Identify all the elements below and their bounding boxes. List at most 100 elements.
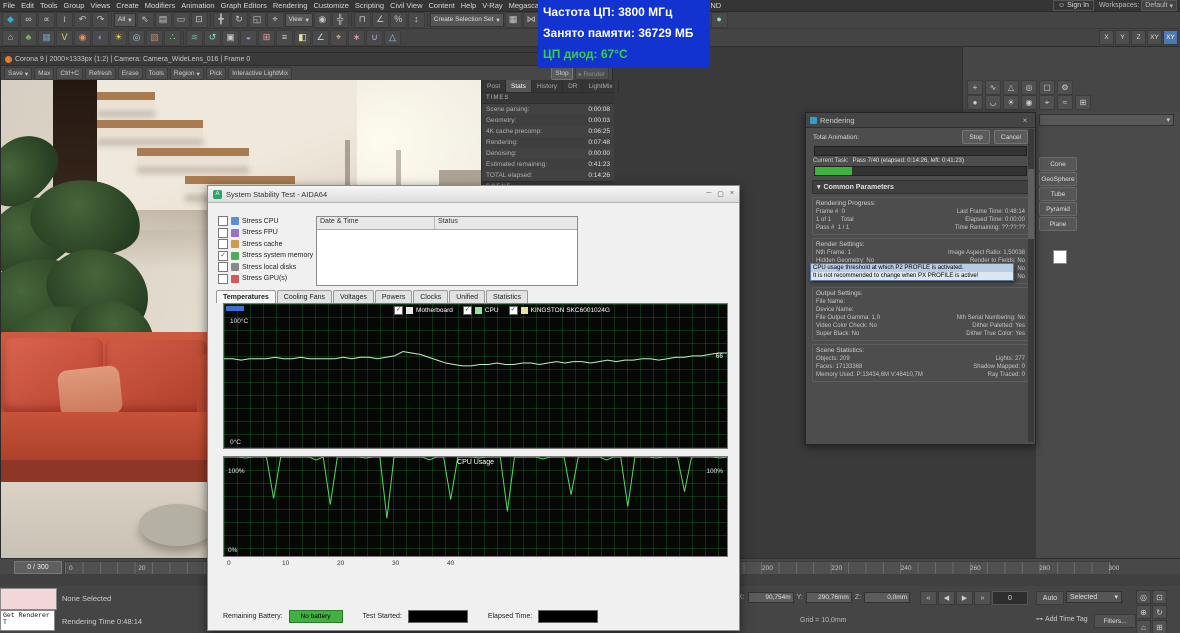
aida-tab-clocks[interactable]: Clocks: [413, 290, 448, 303]
vfb-save-button[interactable]: Save▾: [4, 67, 32, 80]
edit-named-selections-icon[interactable]: ▦: [505, 12, 522, 28]
menu-modifiers[interactable]: Modifiers: [142, 1, 178, 10]
dialog-scrollbar[interactable]: [1028, 129, 1034, 442]
menu-views[interactable]: Views: [87, 1, 113, 10]
vfb-tab-history[interactable]: History: [532, 80, 563, 92]
zoom-region-icon[interactable]: ⊡: [1152, 590, 1167, 604]
vfb-tab-lightmix[interactable]: LightMix: [583, 80, 618, 92]
snap-toggle-icon[interactable]: ⊓: [354, 12, 371, 28]
vray-menu-icon[interactable]: V: [56, 30, 73, 46]
go-to-end-button[interactable]: »: [974, 591, 991, 605]
vfb-tab-post[interactable]: Post: [482, 80, 506, 92]
select-and-move-icon[interactable]: ╋: [213, 12, 230, 28]
checkbox-stress-cpu[interactable]: Stress CPU: [218, 216, 279, 226]
axis-xy-button[interactable]: XY: [1147, 30, 1162, 45]
aida-tab-powers[interactable]: Powers: [375, 290, 412, 303]
batch-tool-icon[interactable]: ≡: [276, 30, 293, 46]
aida-tab-cooling-fans[interactable]: Cooling Fans: [277, 290, 332, 303]
close-icon[interactable]: ×: [1019, 116, 1031, 125]
zoom-icon[interactable]: ◎: [1136, 590, 1151, 604]
corona-menu-icon[interactable]: ◉: [74, 30, 91, 46]
working-pivot-icon[interactable]: ⌂: [2, 30, 19, 46]
uvw-xform-icon[interactable]: ⊞: [258, 30, 275, 46]
reference-coordinate-dropdown[interactable]: View▾: [285, 13, 313, 27]
vfb-tools-button[interactable]: Tools: [145, 67, 168, 80]
axis-y-button[interactable]: Y: [1115, 30, 1130, 45]
scatter-tool-icon[interactable]: ∴: [164, 30, 181, 46]
auto-key-button[interactable]: Auto: [1036, 591, 1064, 605]
menu-help[interactable]: Help: [458, 1, 479, 10]
stop-button[interactable]: Stop: [962, 130, 989, 144]
create-selection-set-dropdown[interactable]: Create Selection Set▾: [430, 13, 504, 27]
weld-tool-icon[interactable]: ∪: [366, 30, 383, 46]
vfb-ctrl-c-button[interactable]: Ctrl+C: [56, 67, 83, 80]
selection-filter-dropdown[interactable]: All▾: [114, 13, 136, 27]
checkbox-stress-fpu[interactable]: Stress FPU: [218, 228, 278, 238]
railclone-icon[interactable]: ▦: [38, 30, 55, 46]
unlink-icon[interactable]: ∝: [38, 12, 55, 28]
light-lister-icon[interactable]: ☀: [110, 30, 127, 46]
menu-file[interactable]: File: [0, 1, 18, 10]
angle-snap-icon[interactable]: ∠: [372, 12, 389, 28]
color-correct-icon[interactable]: ◧: [294, 30, 311, 46]
aida64-title-bar[interactable]: A System Stability Test - AIDA64 ─ ▢ ×: [208, 186, 739, 203]
checkbox-icon[interactable]: [218, 216, 228, 226]
redo-icon[interactable]: ↷: [92, 12, 109, 28]
menu-tools[interactable]: Tools: [37, 1, 61, 10]
go-to-start-button[interactable]: «: [920, 591, 937, 605]
checkbox-stress-local-disks[interactable]: Stress local disks: [218, 262, 296, 272]
cancel-button[interactable]: Cancel: [994, 130, 1028, 144]
menu-group[interactable]: Group: [61, 1, 88, 10]
shapes-category-icon[interactable]: ◡: [985, 95, 1001, 110]
vfb-stop-button[interactable]: Stop: [551, 67, 572, 80]
minimize-icon[interactable]: ─: [706, 190, 711, 198]
close-icon[interactable]: ×: [730, 190, 734, 198]
select-and-place-icon[interactable]: ⌖: [267, 12, 284, 28]
checkbox-icon[interactable]: ✓: [218, 251, 228, 261]
proxy-tool-icon[interactable]: ▧: [146, 30, 163, 46]
checkbox-icon[interactable]: [218, 228, 228, 238]
object-type-plane[interactable]: Plane: [1039, 217, 1077, 231]
vfb-erase-button[interactable]: Erase: [118, 67, 143, 80]
percent-snap-icon[interactable]: %: [390, 12, 407, 28]
maxscript-listener[interactable]: Get Renderer T: [0, 610, 55, 631]
vfb-tab-stats[interactable]: Stats: [506, 80, 532, 92]
vfb-pick-button[interactable]: Pick: [206, 67, 226, 80]
create-tab-icon[interactable]: +: [967, 80, 983, 95]
helpers-category-icon[interactable]: ⌖: [1039, 95, 1055, 110]
common-parameters-rollout[interactable]: ▾ Common Parameters: [812, 180, 1029, 194]
turbosmooth-icon[interactable]: ◒: [240, 30, 257, 46]
play-button[interactable]: ▶: [956, 591, 973, 605]
spacewarps-category-icon[interactable]: ≈: [1057, 95, 1073, 110]
menu-animation[interactable]: Animation: [178, 1, 217, 10]
rectangular-selection-icon[interactable]: ▭: [173, 12, 190, 28]
aida-tab-voltages[interactable]: Voltages: [333, 290, 374, 303]
sign-in-button[interactable]: ☺ Sign In: [1053, 0, 1094, 11]
vfb-title-bar[interactable]: Corona 9 | 2000×1333px (1:2) | Camera: C…: [1, 53, 612, 66]
motion-tab-icon[interactable]: ◎: [1021, 80, 1037, 95]
y-coordinate-field[interactable]: 290,76mm: [806, 592, 852, 603]
rendering-dialog-title-bar[interactable]: Rendering ×: [806, 113, 1035, 128]
relink-bitmaps-icon[interactable]: ≋: [186, 30, 203, 46]
menu-rendering[interactable]: Rendering: [270, 1, 311, 10]
object-color-swatch[interactable]: [1053, 250, 1067, 264]
menu-create[interactable]: Create: [113, 1, 142, 10]
geometry-category-icon[interactable]: ●: [967, 95, 983, 110]
vfb-interactive-lightmix-button[interactable]: Interactive LightMix: [228, 67, 292, 80]
menu-scripting[interactable]: Scripting: [352, 1, 387, 10]
select-and-scale-icon[interactable]: ◱: [249, 12, 266, 28]
vfb-max-button[interactable]: Max: [34, 67, 54, 80]
maximize-viewport-icon[interactable]: ⊞: [1152, 620, 1167, 633]
axis-x-button[interactable]: X: [1099, 30, 1114, 45]
vfb-tab-dr[interactable]: DR: [563, 80, 583, 92]
vfb-region-button[interactable]: Region▾: [170, 67, 204, 80]
x-coordinate-field[interactable]: 90,754m: [748, 592, 794, 603]
vfb-refresh-button[interactable]: Refresh: [85, 67, 116, 80]
primitives-dropdown[interactable]: ▾: [1039, 114, 1174, 126]
axis-z-button[interactable]: Z: [1131, 30, 1146, 45]
menu-edit[interactable]: Edit: [18, 1, 37, 10]
aida-tab-temperatures[interactable]: Temperatures: [216, 290, 276, 303]
maximize-icon[interactable]: ▢: [717, 190, 724, 198]
optimize-tool-icon[interactable]: △: [384, 30, 401, 46]
display-tab-icon[interactable]: ▢: [1039, 80, 1055, 95]
